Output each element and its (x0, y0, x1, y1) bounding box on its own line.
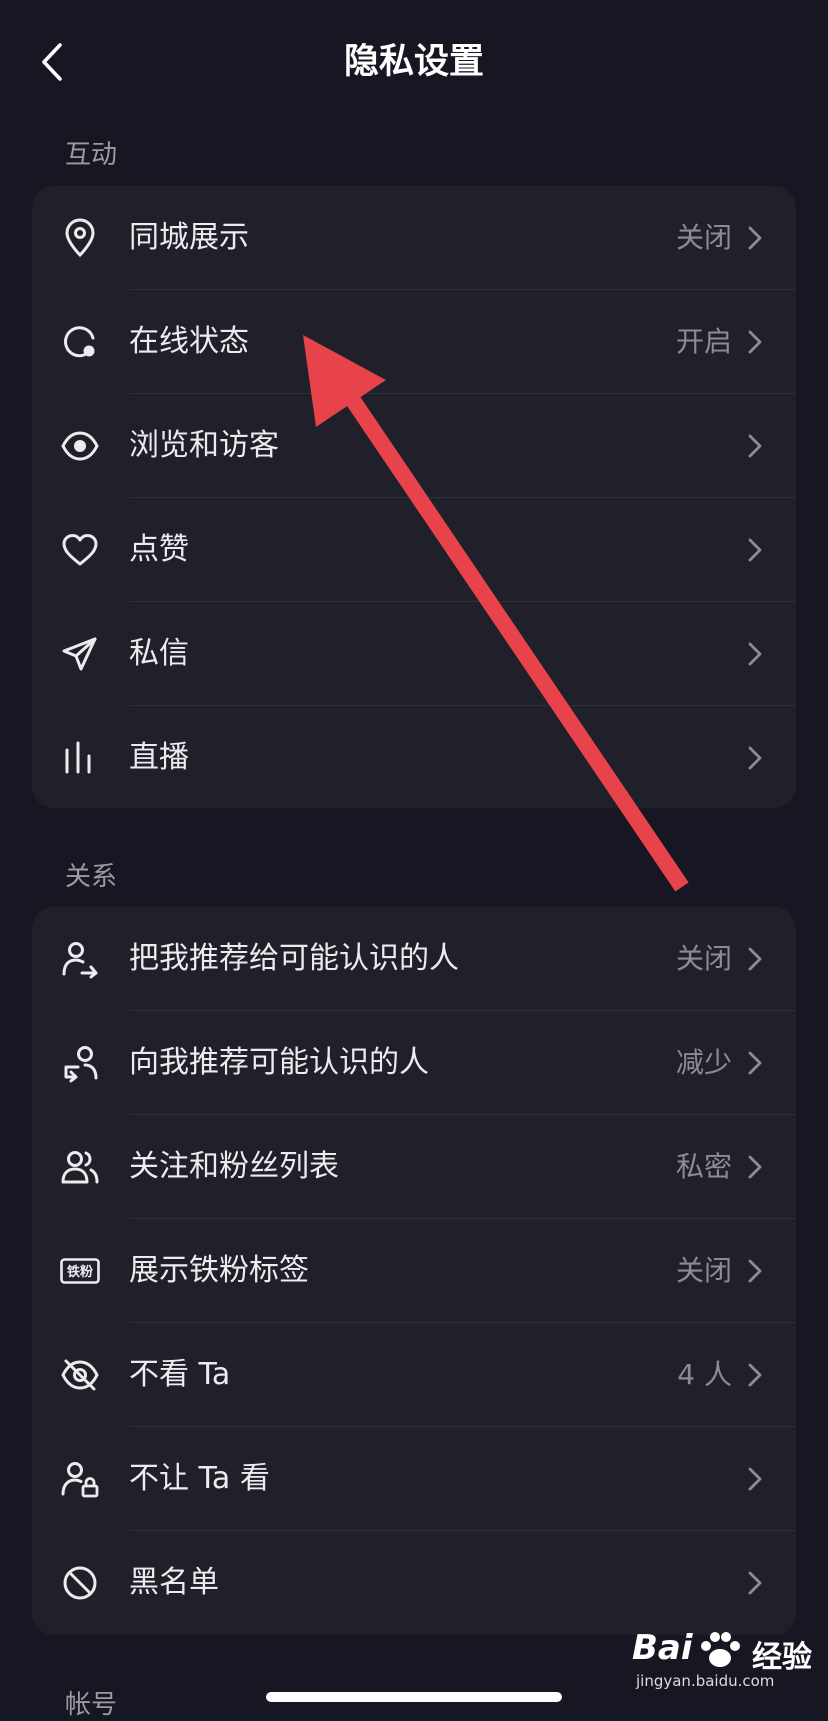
setting-label: 不看 Ta (129, 1357, 231, 1392)
chevron-right-icon (746, 1050, 764, 1076)
section-label-interaction: 互动 (65, 140, 118, 170)
chevron-right-icon (746, 745, 764, 771)
setting-label: 黑名单 (129, 1565, 219, 1600)
relationship-settings-card: 把我推荐给可能认识的人 关闭 向我推荐可能认识的人 减少 关注和粉丝列表 私密 (32, 907, 796, 1635)
setting-row-blacklist[interactable]: 黑名单 (32, 1531, 796, 1635)
setting-label: 不让 Ta 看 (129, 1461, 270, 1496)
setting-row-recommend-me[interactable]: 把我推荐给可能认识的人 关闭 (32, 907, 796, 1011)
setting-row-live[interactable]: 直播 (32, 706, 796, 808)
users-icon (60, 1147, 100, 1187)
setting-value: 关闭 (675, 942, 732, 975)
setting-value: 关闭 (675, 221, 732, 254)
live-bars-icon (60, 738, 100, 778)
setting-label: 在线状态 (129, 324, 249, 359)
watermark-brand-cn: 经验 (752, 1640, 812, 1675)
setting-value: 私密 (675, 1150, 732, 1183)
setting-row-messages[interactable]: 私信 (32, 602, 796, 706)
setting-row-nearby-display[interactable]: 同城展示 关闭 (32, 186, 796, 290)
chevron-right-icon (746, 225, 764, 251)
heart-icon (60, 530, 100, 570)
fan-badge-text: 铁粉 (66, 1264, 93, 1280)
block-icon (60, 1563, 100, 1603)
chevron-right-icon (746, 1570, 764, 1596)
setting-value: 关闭 (675, 1254, 732, 1287)
baidu-jingyan-watermark: Bai 经验 jingyan.baidu.com (632, 1628, 822, 1696)
eye-off-icon (60, 1355, 100, 1395)
setting-row-likes[interactable]: 点赞 (32, 498, 796, 602)
interaction-settings-card: 同城展示 关闭 在线状态 开启 浏览和访客 点赞 私信 直播 (32, 186, 796, 808)
setting-label: 同城展示 (129, 220, 249, 255)
chevron-right-icon (746, 1466, 764, 1492)
setting-label: 向我推荐可能认识的人 (129, 1045, 429, 1080)
chevron-right-icon (746, 1258, 764, 1284)
watermark-brand: Bai (632, 1628, 693, 1668)
chevron-right-icon (746, 433, 764, 459)
paw-icon (698, 1630, 742, 1670)
setting-value: 减少 (675, 1046, 732, 1079)
fan-badge-icon: 铁粉 (60, 1251, 100, 1291)
eye-icon (60, 426, 100, 466)
setting-label: 展示铁粉标签 (129, 1253, 309, 1288)
setting-row-follow-fans-list[interactable]: 关注和粉丝列表 私密 (32, 1115, 796, 1219)
page-title: 隐私设置 (343, 42, 484, 82)
navigation-bar: 隐私设置 (0, 0, 828, 118)
home-indicator[interactable] (266, 1692, 562, 1702)
setting-row-hide-my-content[interactable]: 不让 Ta 看 (32, 1427, 796, 1531)
chevron-right-icon (746, 1362, 764, 1388)
setting-row-browse-visitors[interactable]: 浏览和访客 (32, 394, 796, 498)
user-share-icon (60, 939, 100, 979)
watermark-url: jingyan.baidu.com (636, 1672, 775, 1690)
send-icon (60, 634, 100, 674)
online-status-icon (60, 322, 100, 362)
setting-label: 直播 (129, 740, 189, 775)
user-lock-icon (60, 1459, 100, 1499)
user-recommend-icon (60, 1043, 100, 1083)
chevron-right-icon (746, 329, 764, 355)
privacy-settings-page: 隐私设置 互动 同城展示 关闭 在线状态 开启 浏览和访客 点赞 私信 直播 关… (0, 0, 828, 1721)
setting-label: 浏览和访客 (129, 428, 279, 463)
setting-row-online-status[interactable]: 在线状态 开启 (32, 290, 796, 394)
chevron-right-icon (746, 1154, 764, 1180)
setting-row-hide-their-content[interactable]: 不看 Ta 4 人 (32, 1323, 796, 1427)
setting-row-fan-badge[interactable]: 铁粉 展示铁粉标签 关闭 (32, 1219, 796, 1323)
chevron-right-icon (746, 946, 764, 972)
setting-value: 4 人 (677, 1358, 732, 1391)
section-label-relationships: 关系 (65, 862, 118, 892)
setting-label: 私信 (129, 636, 189, 671)
setting-value: 开启 (675, 325, 732, 358)
chevron-right-icon (746, 537, 764, 563)
setting-label: 关注和粉丝列表 (129, 1149, 339, 1184)
setting-label: 把我推荐给可能认识的人 (129, 941, 459, 976)
section-label-account: 帐号 (65, 1690, 118, 1720)
location-pin-icon (60, 218, 100, 258)
setting-label: 点赞 (129, 532, 189, 567)
chevron-right-icon (746, 641, 764, 667)
setting-row-recommend-to-me[interactable]: 向我推荐可能认识的人 减少 (32, 1011, 796, 1115)
